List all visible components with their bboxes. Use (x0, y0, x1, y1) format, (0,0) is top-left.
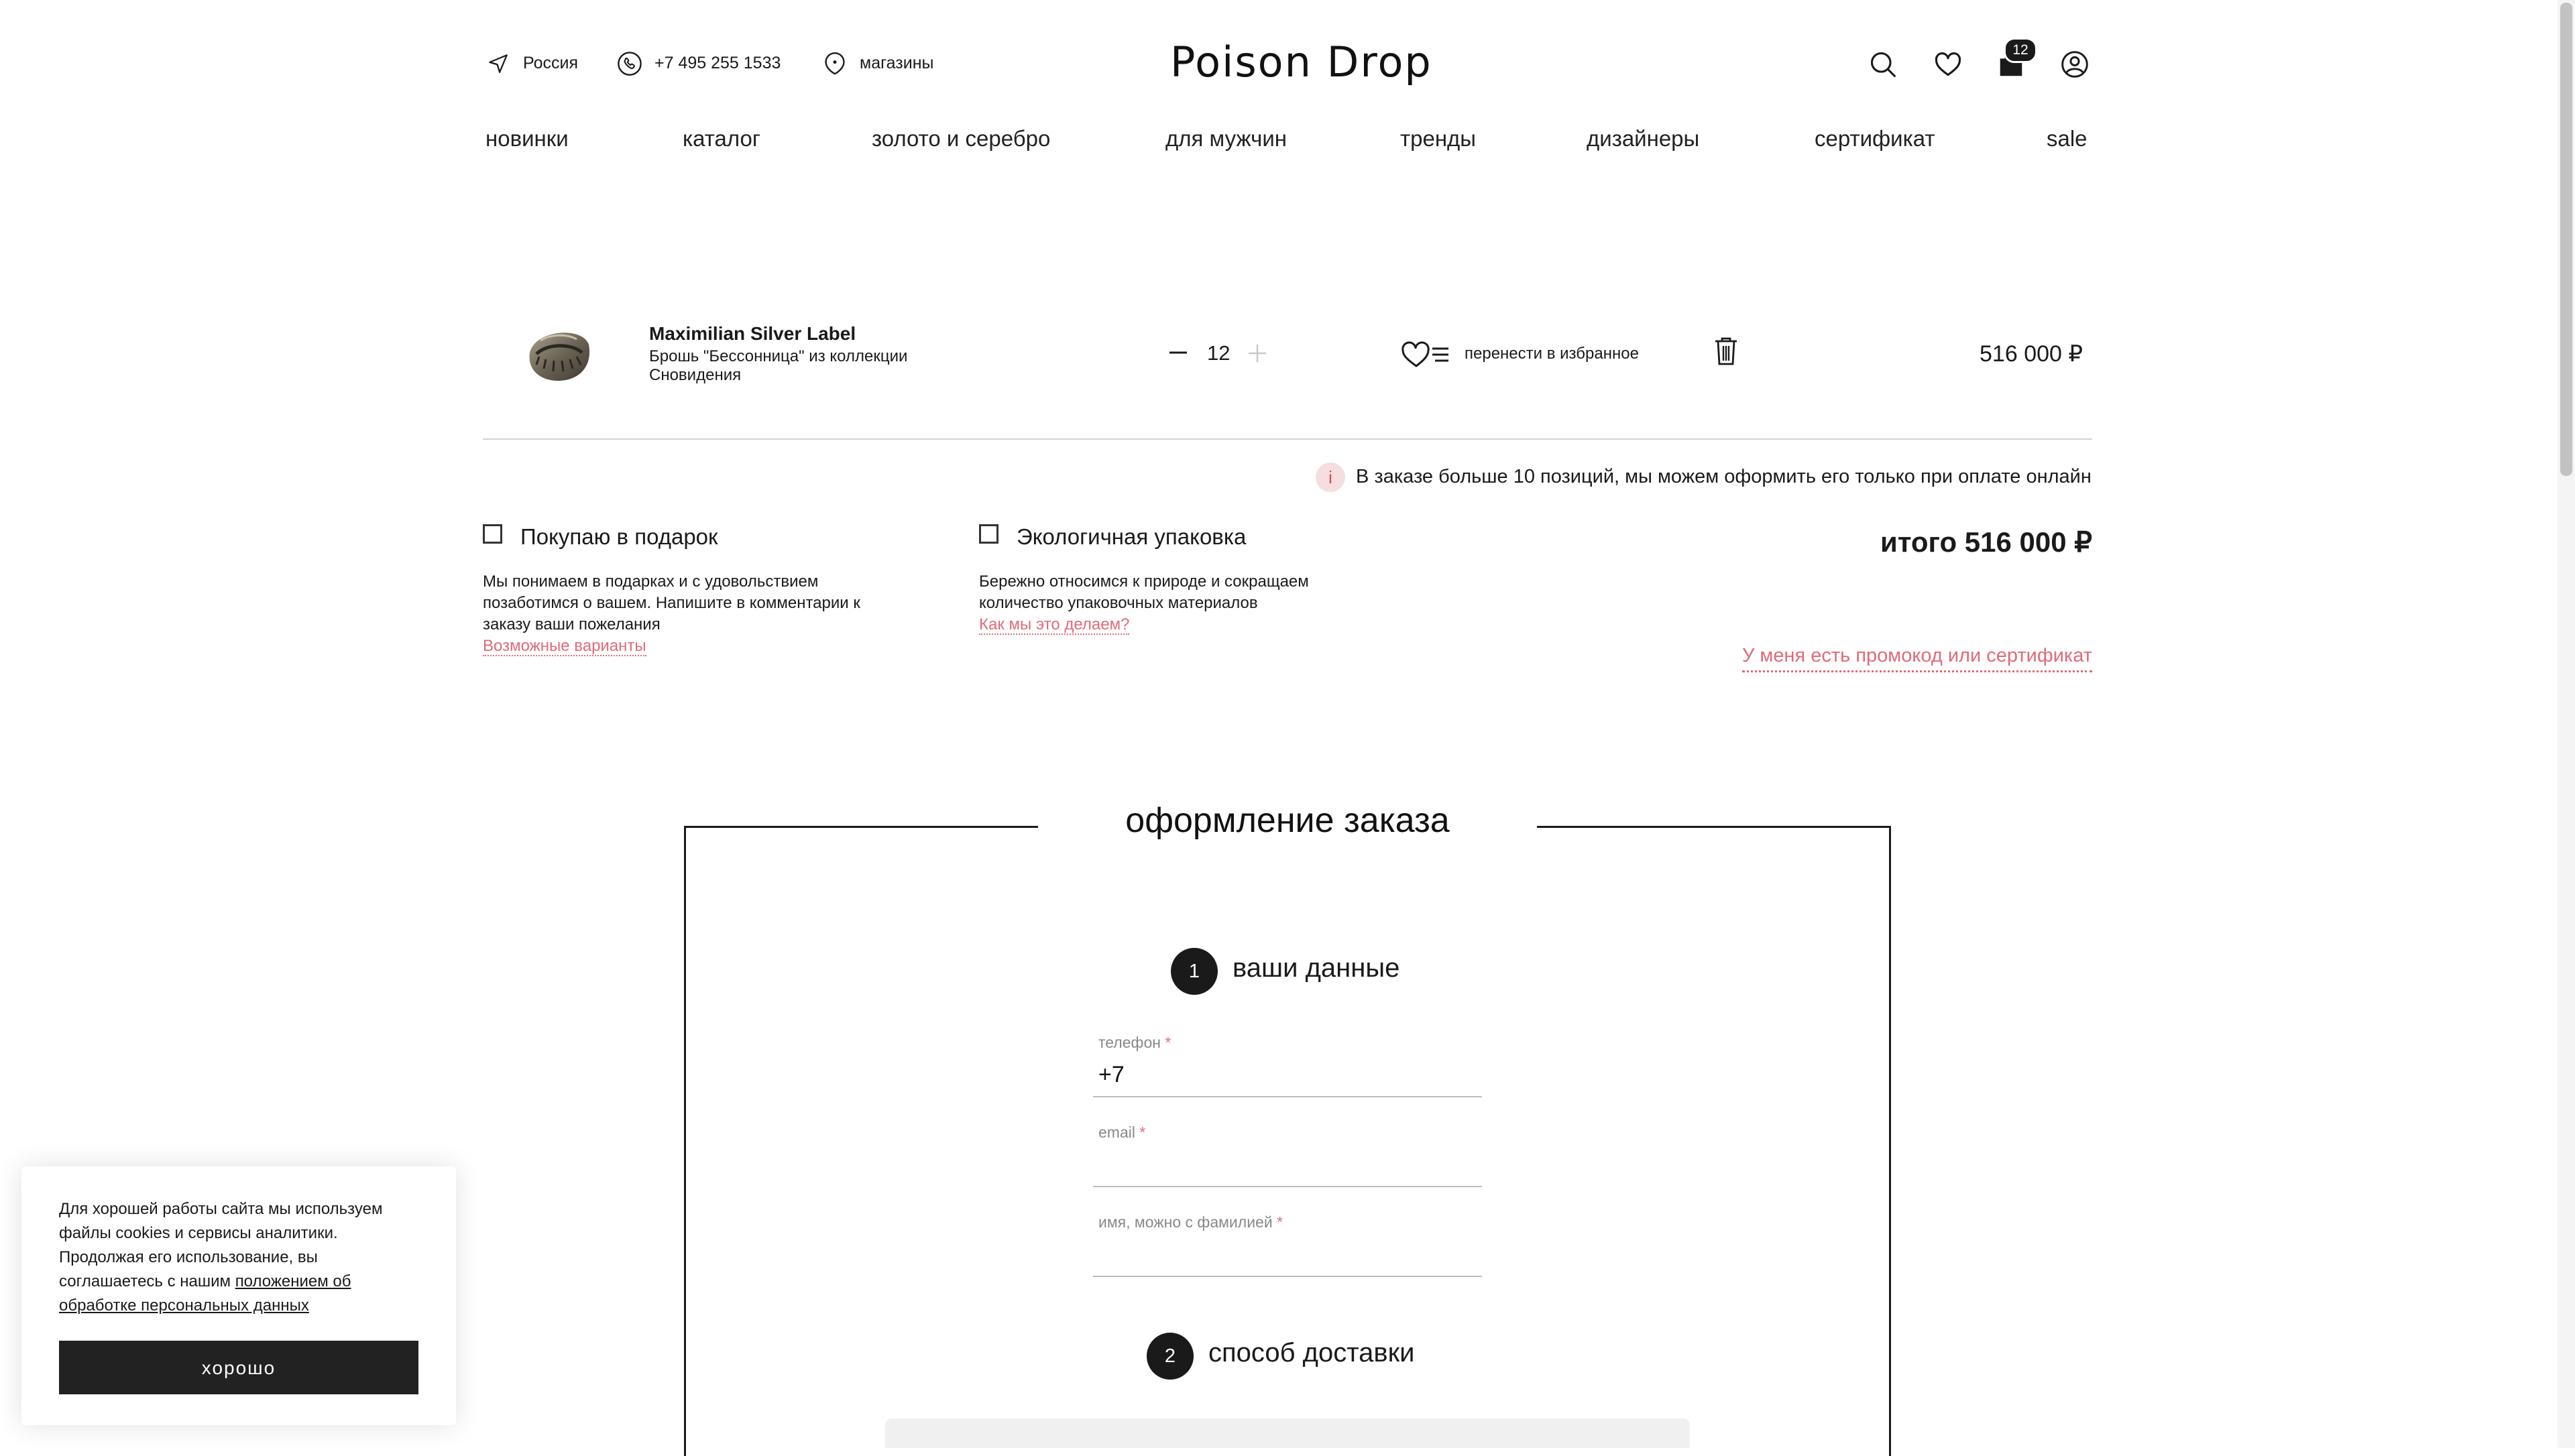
gift-options-link[interactable]: Возможные варианты (483, 637, 646, 656)
gift-description: Мы понимаем в подарках и с удовольствием… (483, 571, 912, 657)
logo[interactable]: Poison Drop (1170, 38, 1432, 86)
cookie-line-1: Для хорошей работы сайта мы используем (59, 1200, 383, 1218)
nav-designers[interactable]: дизайнеры (1587, 126, 1699, 151)
email-field[interactable] (1098, 1152, 1474, 1181)
heart-icon[interactable] (1933, 50, 1963, 79)
nav-sale[interactable]: sale (2047, 126, 2087, 151)
product-desc-line-1: Брошь "Бессонница" из коллекции (649, 347, 908, 365)
cookie-line-4: соглашаетесь с нашим положением об (59, 1272, 351, 1290)
gift-checkbox[interactable] (483, 524, 502, 544)
map-pin-icon (822, 51, 848, 76)
gift-label[interactable]: Покупаю в подарок (520, 524, 718, 550)
cookie-accept-button[interactable]: хорошо (59, 1341, 418, 1394)
eco-packaging-checkbox[interactable] (979, 524, 998, 544)
nav-men[interactable]: для мужчин (1165, 126, 1287, 151)
name-field[interactable] (1098, 1241, 1474, 1271)
quantity-value: 12 (1207, 341, 1231, 365)
order-total: итого 516 000 ₽ (1880, 526, 2092, 558)
email-field-label: email * (1098, 1124, 1146, 1141)
nav-certificate[interactable]: сертификат (1815, 126, 1935, 151)
location-arrow-icon (487, 52, 510, 75)
product-brand[interactable]: Maximilian Silver Label (649, 323, 856, 345)
nav-new[interactable]: новинки (485, 126, 569, 151)
privacy-policy-link[interactable]: положением об (235, 1272, 351, 1290)
cookie-line-3: Продолжая его использование, вы (59, 1248, 318, 1266)
product-description: Брошь "Бессонница" из коллекции Сновиден… (649, 347, 964, 385)
eco-desc-line-2: количество упаковочных материалов (979, 594, 1258, 612)
step-2-badge: 2 (1147, 1333, 1194, 1380)
delivery-option-card[interactable] (885, 1418, 1690, 1448)
trash-icon[interactable] (1714, 337, 1738, 366)
cart-count-badge: 12 (2004, 38, 2037, 63)
cart-divider (483, 438, 2092, 440)
eco-how-link[interactable]: Как мы это делаем? (979, 615, 1130, 635)
privacy-policy-link-cont[interactable]: обработке персональных данных (59, 1294, 435, 1318)
minus-icon[interactable] (1168, 347, 1188, 358)
gift-desc-line-1: Мы понимаем в подарках и с удовольствием (483, 572, 819, 591)
region-link[interactable]: Россия (523, 54, 578, 73)
nav-gold-silver[interactable]: золото и серебро (872, 126, 1050, 151)
product-desc-line-2: Сновидения (649, 366, 742, 384)
phone-field-label: телефон * (1098, 1034, 1171, 1051)
search-icon[interactable] (1868, 50, 1898, 79)
online-payment-notice: В заказе больше 10 позиций, мы можем офо… (1356, 466, 2092, 487)
gift-desc-line-3: заказу ваши пожелания (483, 615, 661, 633)
add-to-favorites-icon[interactable] (1400, 338, 1451, 370)
info-icon: i (1316, 463, 1345, 492)
phone-field-underline (1093, 1096, 1482, 1097)
step-1-title: ваши данные (1233, 953, 1400, 983)
eco-description: Бережно относимся к природе и сокращаем … (979, 571, 1381, 635)
phone-icon (617, 51, 642, 76)
cookie-text: Для хорошей работы сайта мы используем ф… (59, 1197, 435, 1318)
cookie-line-2: файлы cookies и сервисы аналитики. (59, 1224, 338, 1242)
step-2-title: способ доставки (1208, 1338, 1415, 1368)
name-field-label: имя, можно с фамилией * (1098, 1213, 1283, 1231)
name-field-underline (1093, 1276, 1482, 1277)
gift-desc-line-2: позаботимся о вашем. Напишите в коммента… (483, 594, 860, 612)
step-1-badge: 1 (1171, 948, 1218, 995)
nav-trends[interactable]: тренды (1400, 126, 1476, 151)
checkout-title: оформление заказа (1038, 800, 1537, 841)
phone-field[interactable]: +7 (1098, 1062, 1125, 1088)
product-image[interactable] (520, 314, 598, 391)
email-field-underline (1093, 1186, 1482, 1187)
product-price: 516 000 ₽ (1980, 341, 2083, 367)
nav-catalog[interactable]: каталог (683, 126, 760, 151)
stores-link[interactable]: магазины (860, 54, 934, 73)
eco-desc-line-1: Бережно относимся к природе и сокращаем (979, 572, 1309, 591)
promo-code-link[interactable]: У меня есть промокод или сертификат (1741, 645, 2092, 672)
move-to-favorites-link[interactable]: перенести в избранное (1465, 345, 1639, 363)
phone-link[interactable]: +7 495 255 1533 (654, 54, 781, 73)
plus-icon[interactable] (1247, 343, 1267, 363)
eco-packaging-label[interactable]: Экологичная упаковка (1017, 524, 1246, 550)
user-icon[interactable] (2060, 50, 2090, 79)
page-scrollbar-thumb[interactable] (2560, 3, 2572, 476)
